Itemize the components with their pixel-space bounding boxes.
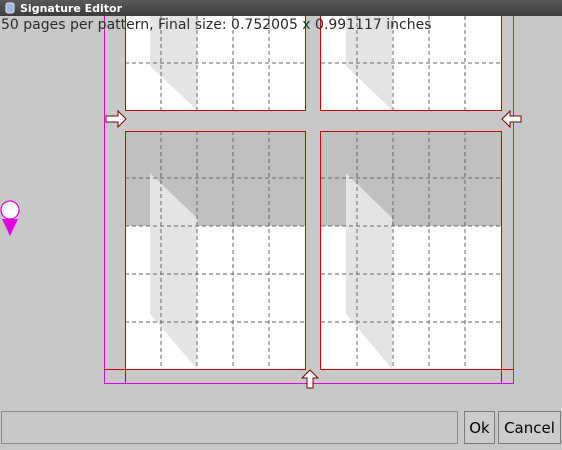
ok-button[interactable]: Ok: [464, 411, 495, 444]
window-icon: [5, 2, 15, 14]
right-margin-arrow-icon[interactable]: [501, 109, 522, 129]
location-pin-icon[interactable]: [0, 200, 20, 236]
left-margin-arrow-icon[interactable]: [105, 109, 127, 129]
bottom-margin-arrow-icon[interactable]: [300, 369, 320, 389]
layout-drawing[interactable]: [0, 16, 562, 409]
signature-canvas[interactable]: 50 pages per pattern, Final size: 0.7520…: [0, 16, 562, 409]
bottom-bar: Ok Cancel: [0, 409, 562, 450]
window-title: Signature Editor: [20, 1, 123, 15]
signature-name-input[interactable]: [1, 411, 458, 444]
cancel-button[interactable]: Cancel: [498, 411, 561, 444]
pattern-info-text: 50 pages per pattern, Final size: 0.7520…: [1, 17, 432, 33]
title-bar: Signature Editor: [0, 0, 562, 16]
